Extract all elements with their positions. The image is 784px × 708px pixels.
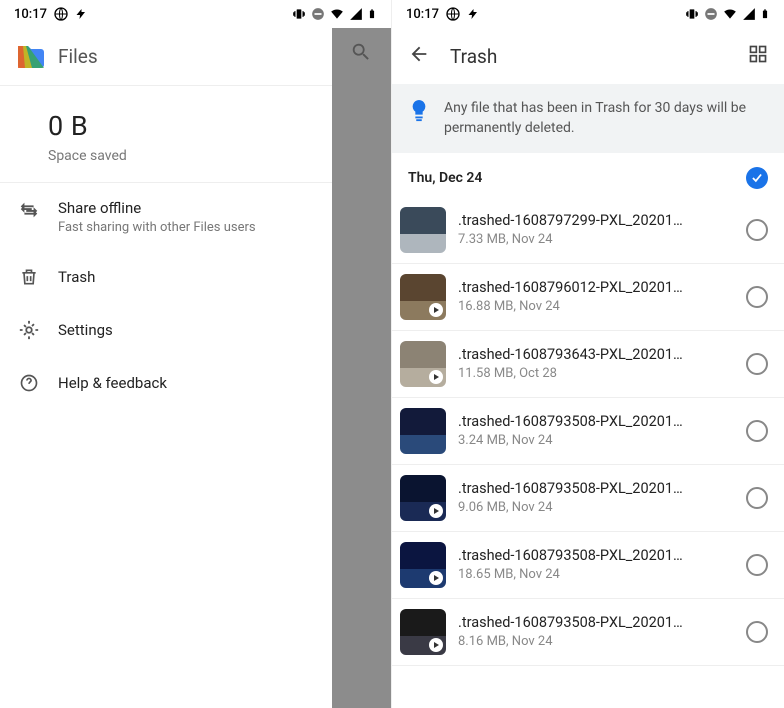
scrim-overlay[interactable] <box>331 28 391 708</box>
select-checkbox[interactable] <box>746 621 768 643</box>
drawer-item-help[interactable]: Help & feedback <box>0 357 332 409</box>
drawer-item-trash[interactable]: Trash <box>0 251 332 303</box>
navigation-drawer: Files 0 B Space saved Share offline Fast… <box>0 28 332 708</box>
file-name: .trashed-1608793643-PXL_20201… <box>458 346 734 363</box>
file-meta: 9.06 MB, Nov 24 <box>458 500 734 515</box>
help-icon <box>18 373 40 393</box>
select-checkbox[interactable] <box>746 420 768 442</box>
lightbulb-icon <box>408 98 430 128</box>
trash-title: Trash <box>450 45 728 68</box>
file-row[interactable]: .trashed-1608793508-PXL_20201… 8.16 MB, … <box>392 599 784 666</box>
info-message: Any file that has been in Trash for 30 d… <box>444 98 768 139</box>
wifi-icon <box>722 7 738 21</box>
wifi-icon <box>329 7 345 21</box>
file-row[interactable]: .trashed-1608793508-PXL_20201… 18.65 MB,… <box>392 532 784 599</box>
bolt-icon <box>467 6 479 22</box>
dnd-icon <box>704 7 718 21</box>
trash-appbar: Trash <box>392 28 784 84</box>
search-icon[interactable] <box>331 28 391 76</box>
play-icon <box>429 638 443 652</box>
section-header: Thu, Dec 24 <box>392 153 784 197</box>
file-name: .trashed-1608796012-PXL_20201… <box>458 279 734 296</box>
file-thumbnail <box>400 408 446 454</box>
signal-icon <box>349 7 363 21</box>
dnd-icon <box>311 7 325 21</box>
space-saved-label: Space saved <box>48 148 332 164</box>
file-row[interactable]: .trashed-1608793643-PXL_20201… 11.58 MB,… <box>392 331 784 398</box>
play-icon <box>429 504 443 518</box>
file-meta: 16.88 MB, Nov 24 <box>458 299 734 314</box>
back-icon[interactable] <box>408 43 430 69</box>
battery-icon <box>367 6 377 22</box>
file-meta: 8.16 MB, Nov 24 <box>458 634 734 649</box>
share-offline-subtitle: Fast sharing with other Files users <box>58 220 256 235</box>
swap-icon <box>18 199 40 221</box>
file-thumbnail <box>400 542 446 588</box>
file-thumbnail <box>400 475 446 521</box>
space-saved-block: 0 B Space saved <box>0 86 332 183</box>
globe-icon <box>445 6 461 22</box>
select-checkbox[interactable] <box>746 554 768 576</box>
play-icon <box>429 370 443 384</box>
file-meta: 11.58 MB, Oct 28 <box>458 366 734 381</box>
files-app-icon <box>18 46 44 68</box>
trash-file-list: .trashed-1608797299-PXL_20201… 7.33 MB, … <box>392 197 784 666</box>
section-date: Thu, Dec 24 <box>408 170 482 186</box>
file-thumbnail <box>400 274 446 320</box>
file-thumbnail <box>400 609 446 655</box>
select-checkbox[interactable] <box>746 487 768 509</box>
play-icon <box>429 303 443 317</box>
file-name: .trashed-1608793508-PXL_20201… <box>458 614 734 631</box>
file-thumbnail <box>400 341 446 387</box>
status-time: 10:17 <box>14 7 47 22</box>
trash-label: Trash <box>58 268 95 286</box>
file-row[interactable]: .trashed-1608796012-PXL_20201… 16.88 MB,… <box>392 264 784 331</box>
vibrate-icon <box>291 7 307 21</box>
file-row[interactable]: .trashed-1608797299-PXL_20201… 7.33 MB, … <box>392 197 784 264</box>
file-thumbnail <box>400 207 446 253</box>
file-meta: 18.65 MB, Nov 24 <box>458 567 734 582</box>
battery-icon <box>760 6 770 22</box>
share-offline-title: Share offline <box>58 199 256 217</box>
signal-icon <box>742 7 756 21</box>
gear-icon <box>18 319 40 341</box>
select-checkbox[interactable] <box>746 353 768 375</box>
file-name: .trashed-1608793508-PXL_20201… <box>458 480 734 497</box>
statusbar: 10:17 <box>392 0 784 28</box>
info-banner: Any file that has been in Trash for 30 d… <box>392 84 784 153</box>
help-label: Help & feedback <box>58 374 167 392</box>
file-name: .trashed-1608793508-PXL_20201… <box>458 547 734 564</box>
select-checkbox[interactable] <box>746 219 768 241</box>
select-checkbox[interactable] <box>746 286 768 308</box>
select-all-checkbox[interactable] <box>746 167 768 189</box>
status-time: 10:17 <box>406 7 439 22</box>
vibrate-icon <box>684 7 700 21</box>
file-row[interactable]: .trashed-1608793508-PXL_20201… 3.24 MB, … <box>392 398 784 465</box>
statusbar: 10:17 <box>0 0 391 28</box>
globe-icon <box>53 6 69 22</box>
space-saved-value: 0 B <box>48 110 332 142</box>
screen-trash: 10:17 Trash Any file that has been in Tr… <box>392 0 784 708</box>
screen-files-drawer: 10:17 Files 0 B Space saved <box>0 0 392 708</box>
play-icon <box>429 571 443 585</box>
grid-view-icon[interactable] <box>748 44 768 68</box>
file-row[interactable]: .trashed-1608793508-PXL_20201… 9.06 MB, … <box>392 465 784 532</box>
drawer-app-name: Files <box>58 45 98 68</box>
file-meta: 7.33 MB, Nov 24 <box>458 232 734 247</box>
file-meta: 3.24 MB, Nov 24 <box>458 433 734 448</box>
settings-label: Settings <box>58 321 113 339</box>
bolt-icon <box>75 6 87 22</box>
file-name: .trashed-1608793508-PXL_20201… <box>458 413 734 430</box>
drawer-item-settings[interactable]: Settings <box>0 303 332 357</box>
drawer-item-share-offline[interactable]: Share offline Fast sharing with other Fi… <box>0 183 332 251</box>
drawer-header: Files <box>0 28 332 86</box>
trash-icon <box>18 267 40 287</box>
file-name: .trashed-1608797299-PXL_20201… <box>458 212 734 229</box>
